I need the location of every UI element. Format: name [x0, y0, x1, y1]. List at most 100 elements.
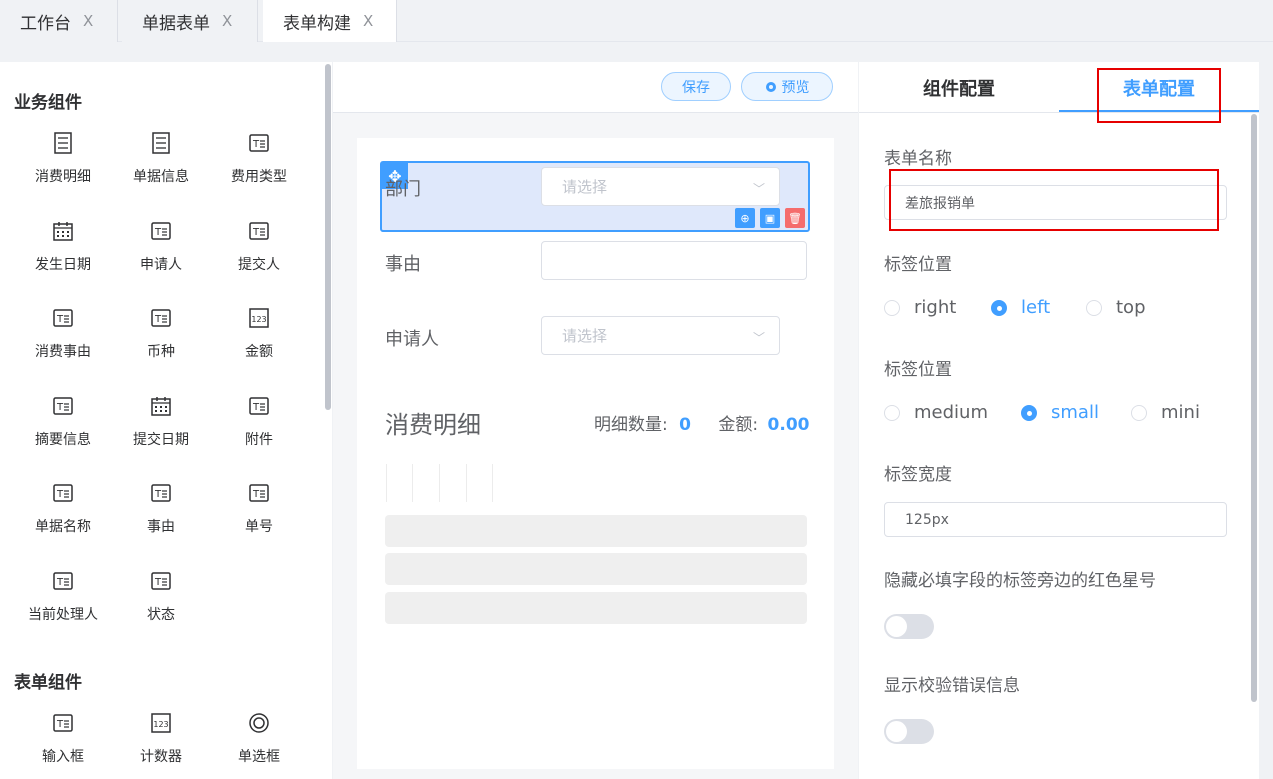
- dept-select-placeholder: 请选择: [562, 178, 608, 196]
- component-item[interactable]: T 单据名称: [14, 482, 112, 536]
- radio-dot: [991, 299, 1007, 316]
- tab-document-form[interactable]: 单据表单 X: [122, 0, 258, 42]
- component-item-label: 事由: [147, 519, 175, 535]
- component-item[interactable]: T 申请人: [112, 220, 210, 274]
- component-item-label: 费用类型: [231, 169, 287, 185]
- close-icon[interactable]: X: [222, 12, 232, 30]
- radio-label: small: [1051, 402, 1099, 423]
- form-canvas: [357, 138, 834, 769]
- table-divider: [439, 464, 440, 502]
- detail-summary: 明细数量: 0 金额: 0.00: [594, 410, 809, 435]
- component-item-label: 状态: [147, 606, 175, 623]
- component-item[interactable]: 123 金额: [210, 307, 308, 361]
- component-item[interactable]: T 币种: [112, 307, 210, 361]
- radio-medium[interactable]: medium: [884, 402, 988, 423]
- component-item[interactable]: T 当前处理人: [14, 570, 112, 624]
- component-item[interactable]: T 事由: [112, 482, 210, 536]
- component-item-label: 申请人: [140, 256, 182, 273]
- component-item[interactable]: T 消费事由: [14, 307, 112, 361]
- reason-input[interactable]: [541, 241, 807, 280]
- component-item-label: 单号: [245, 519, 273, 535]
- component-item[interactable]: 单选框: [210, 712, 308, 766]
- tab-component-config[interactable]: 组件配置: [859, 62, 1059, 113]
- label-width-input[interactable]: 125px: [884, 502, 1227, 537]
- business-components-title: 业务组件: [14, 93, 82, 113]
- svg-text:T: T: [56, 577, 64, 588]
- tab-label: 工作台: [20, 13, 71, 34]
- svg-text:123: 123: [153, 720, 168, 729]
- component-item[interactable]: T 输入框: [14, 712, 112, 766]
- component-item[interactable]: 123 计数器: [112, 712, 210, 766]
- component-item[interactable]: T 状态: [112, 570, 210, 624]
- svg-text:T: T: [252, 139, 260, 150]
- component-item[interactable]: T 费用类型: [210, 132, 308, 186]
- svg-text:123: 123: [251, 315, 266, 324]
- radio-dot: [1086, 299, 1102, 316]
- component-item-label: 币种: [147, 344, 175, 360]
- text-field-icon: T: [150, 482, 172, 504]
- text-field-icon: T: [52, 395, 74, 417]
- hide-required-title: 隐藏必填字段的标签旁边的红色星号: [884, 571, 1156, 591]
- svg-text:T: T: [154, 489, 162, 500]
- radio-right[interactable]: right: [884, 297, 956, 318]
- radio-dot: [1131, 404, 1147, 421]
- radio-small[interactable]: small: [1021, 402, 1099, 423]
- hide-required-toggle[interactable]: [884, 614, 934, 639]
- svg-text:T: T: [252, 402, 260, 413]
- save-button[interactable]: 保存: [661, 72, 731, 101]
- component-item[interactable]: 消费明细: [14, 132, 112, 186]
- copy-icon[interactable]: ▣: [760, 208, 780, 228]
- component-item[interactable]: T 摘要信息: [14, 395, 112, 449]
- radio-icon: [248, 712, 270, 734]
- radio-dot: [1021, 404, 1037, 421]
- radio-left[interactable]: left: [991, 297, 1050, 318]
- dept-select[interactable]: 请选择 ﹀: [541, 167, 780, 206]
- highlight-box: [1097, 68, 1221, 123]
- text-field-icon: T: [248, 482, 270, 504]
- text-field-icon: T: [248, 132, 270, 154]
- component-panel: 业务组件 消费明细 单据信息 T 费用类型 发生日期 T 申请人 T 提交人 T 消费事由 T 币种 12…: [0, 62, 332, 779]
- list-doc-icon: [150, 132, 172, 154]
- component-item[interactable]: T 提交人: [210, 220, 308, 274]
- text-field-icon: T: [248, 395, 270, 417]
- applicant-label: 申请人: [385, 329, 439, 350]
- calendar-icon: [52, 220, 74, 242]
- component-item[interactable]: T 单号: [210, 482, 308, 536]
- component-item-label: 计数器: [140, 749, 182, 765]
- component-item-label: 提交日期: [133, 431, 189, 448]
- text-field-icon: T: [150, 570, 172, 592]
- radio-label: mini: [1161, 402, 1200, 423]
- close-icon[interactable]: X: [83, 12, 93, 30]
- component-item-label: 当前处理人: [28, 606, 98, 623]
- scrollbar[interactable]: [325, 64, 331, 410]
- delete-icon[interactable]: 🗑: [785, 208, 805, 228]
- text-field-icon: T: [248, 220, 270, 242]
- tab-component-config-label: 组件配置: [923, 78, 995, 100]
- component-item[interactable]: T 附件: [210, 395, 308, 449]
- text-field-icon: T: [150, 307, 172, 329]
- component-item[interactable]: 单据信息: [112, 132, 210, 186]
- preview-button[interactable]: 预览: [741, 72, 833, 101]
- svg-text:T: T: [56, 719, 64, 730]
- close-icon[interactable]: X: [363, 12, 373, 30]
- component-item[interactable]: 提交日期: [112, 395, 210, 449]
- table-divider: [466, 464, 467, 502]
- radio-mini[interactable]: mini: [1131, 402, 1200, 423]
- table-row-placeholder: [385, 553, 807, 585]
- eye-icon: [765, 81, 777, 93]
- scrollbar[interactable]: [1251, 114, 1257, 702]
- component-item[interactable]: 发生日期: [14, 220, 112, 274]
- component-item-label: 发生日期: [35, 256, 91, 273]
- applicant-select[interactable]: 请选择 ﹀: [541, 316, 780, 355]
- svg-text:T: T: [154, 314, 162, 325]
- radio-top[interactable]: top: [1086, 297, 1146, 318]
- tab-form-builder[interactable]: 表单构建 X: [263, 0, 397, 42]
- tab-workbench[interactable]: 工作台 X: [0, 0, 118, 42]
- component-item-label: 提交人: [238, 256, 280, 273]
- add-icon[interactable]: ⊕: [735, 208, 755, 228]
- amount-value: 0.00: [767, 415, 810, 435]
- detail-count-label: 明细数量:: [594, 415, 668, 435]
- show-error-toggle[interactable]: [884, 719, 934, 744]
- text-field-icon: T: [52, 307, 74, 329]
- component-item-label: 消费明细: [35, 169, 91, 185]
